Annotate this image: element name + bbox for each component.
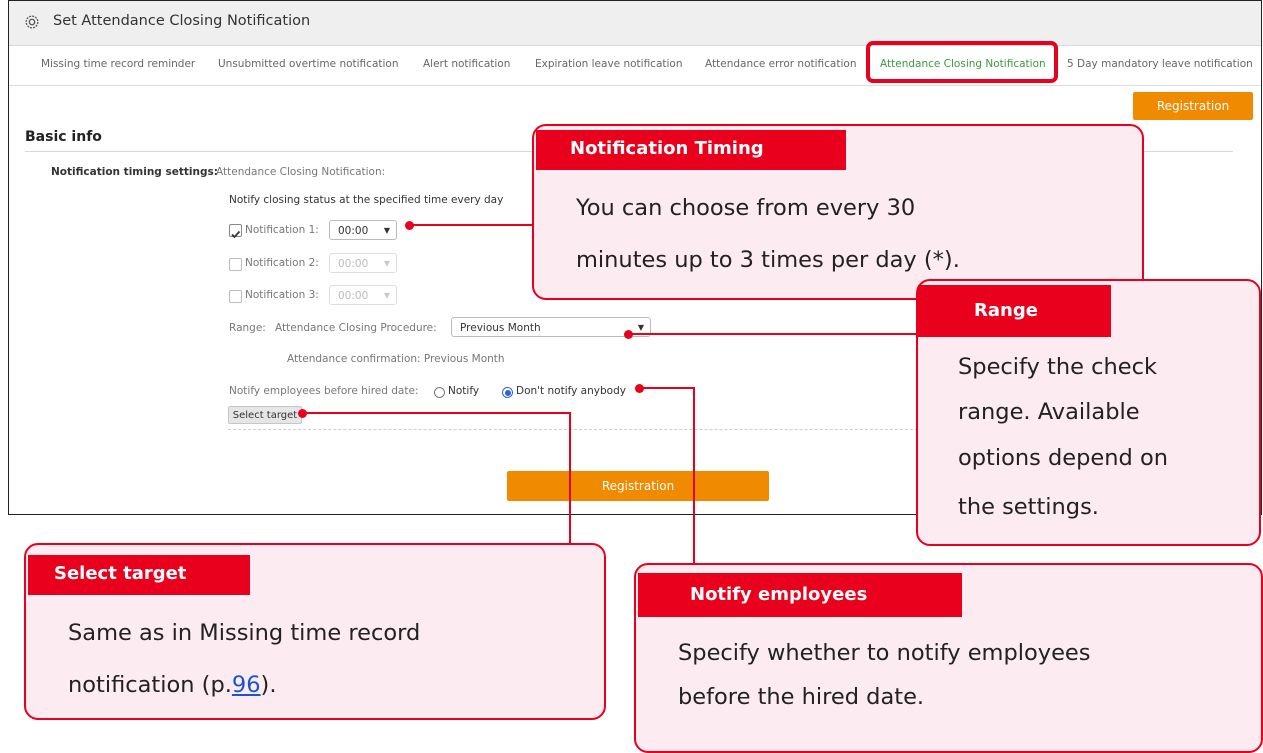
dashed-divider [228, 429, 928, 430]
notify-radio-label: Notify [448, 385, 480, 397]
hired-date-label: Notify employees before hired date: [229, 385, 419, 397]
check-icon [231, 230, 241, 239]
gear-icon [25, 15, 39, 29]
chevron-down-icon: ▼ [383, 259, 390, 268]
select-target-button[interactable]: Select target [228, 406, 302, 424]
range-label: Range: [229, 322, 266, 334]
notify-employees-callout: Notify employees Specify whether to noti… [634, 563, 1263, 753]
tab-5-day-mandatory-leave-notification[interactable]: 5 Day mandatory leave notification [1067, 58, 1253, 70]
attendance-confirmation-text: Attendance confirmation: Previous Month [287, 353, 505, 365]
closing-procedure-value: Previous Month [460, 322, 541, 334]
registration-button-top[interactable]: Registration [1133, 92, 1253, 120]
notify-callout-line-2: before the hired date. [678, 684, 925, 710]
timing-connector-dot [405, 221, 414, 230]
select-target-connector-h [303, 412, 571, 414]
notification-1-checkbox[interactable] [229, 224, 242, 239]
notification-2-time-value: 00:00 [338, 258, 369, 270]
notify-connector-dot [635, 384, 644, 393]
notification-3-label: Notification 3: [245, 289, 319, 301]
chevron-down-icon: ▼ [383, 291, 390, 300]
notification-1-time-value: 00:00 [338, 225, 369, 237]
notification-1-label: Notification 1: [245, 224, 319, 236]
tab-bar: Missing time record reminder Unsubmitted… [9, 45, 1261, 86]
notification-3-checkbox[interactable] [229, 290, 242, 303]
select-target-connector-dot [298, 409, 307, 418]
notification-2-label: Notification 2: [245, 257, 319, 269]
tab-alert-notification[interactable]: Alert notification [423, 58, 510, 70]
notify-description: Notify closing status at the specified t… [229, 194, 504, 206]
title-bar: Set Attendance Closing Notification [9, 1, 1261, 46]
range-connector-line [630, 333, 920, 335]
notification-3-time-value: 00:00 [338, 290, 369, 302]
range-connector-dot [624, 330, 633, 339]
range-callout-title: Range [918, 285, 1111, 337]
timing-settings-value: Attendance Closing Notification: [216, 166, 386, 178]
tab-missing-time-record-reminder[interactable]: Missing time record reminder [41, 58, 195, 70]
select-target-callout-line-2: notification (p.96). [68, 672, 277, 698]
active-tab-highlight [866, 41, 1058, 83]
dont-notify-radio-label: Don't notify anybody [516, 385, 626, 397]
timing-connector-line [410, 224, 538, 226]
closing-procedure-label: Attendance Closing Procedure: [275, 322, 437, 334]
range-callout-line-4: the settings. [958, 494, 1099, 520]
chevron-down-icon: ▼ [637, 323, 644, 332]
select-target-callout: Select target Same as in Missing time re… [24, 543, 606, 720]
timing-callout-line-2: minutes up to 3 times per day (*). [576, 247, 960, 273]
notify-connector-h [640, 387, 695, 389]
select-target-callout-title: Select target [28, 555, 250, 595]
page-title: Set Attendance Closing Notification [53, 13, 311, 29]
range-callout-line-2: range. Available [958, 399, 1140, 425]
closing-procedure-select[interactable]: Previous Month ▼ [451, 317, 651, 337]
select-target-callout-line-1: Same as in Missing time record [68, 620, 421, 646]
notify-connector-v [693, 387, 695, 563]
timing-callout-line-1: You can choose from every 30 [576, 195, 916, 221]
select-target-connector-v [569, 412, 571, 543]
tab-attendance-error-notification[interactable]: Attendance error notification [705, 58, 856, 70]
timing-callout-title: Notification Timing [536, 130, 846, 170]
range-callout-line-3: options depend on [958, 445, 1168, 471]
page-link[interactable]: 96 [232, 672, 261, 698]
chevron-down-icon: ▼ [383, 226, 390, 235]
notification-2-time-select[interactable]: 00:00 ▼ [329, 253, 397, 273]
range-callout-line-1: Specify the check [958, 354, 1157, 380]
section-title: Basic info [25, 129, 102, 145]
notify-callout-title: Notify employees [638, 573, 962, 617]
notification-2-checkbox[interactable] [229, 258, 242, 271]
registration-button-bottom[interactable]: Registration [507, 471, 769, 501]
notification-1-time-select[interactable]: 00:00 ▼ [329, 220, 397, 240]
notify-radio[interactable] [434, 387, 445, 398]
tab-unsubmitted-overtime-notification[interactable]: Unsubmitted overtime notification [218, 58, 399, 70]
range-callout: Range Specify the check range. Available… [916, 279, 1261, 546]
dont-notify-radio[interactable] [502, 387, 513, 398]
timing-settings-label: Notification timing settings: [51, 166, 218, 178]
notification-3-time-select[interactable]: 00:00 ▼ [329, 285, 397, 305]
tab-expiration-leave-notification[interactable]: Expiration leave notification [535, 58, 683, 70]
timing-callout: Notification Timing You can choose from … [532, 124, 1144, 300]
notify-callout-line-1: Specify whether to notify employees [678, 640, 1091, 666]
